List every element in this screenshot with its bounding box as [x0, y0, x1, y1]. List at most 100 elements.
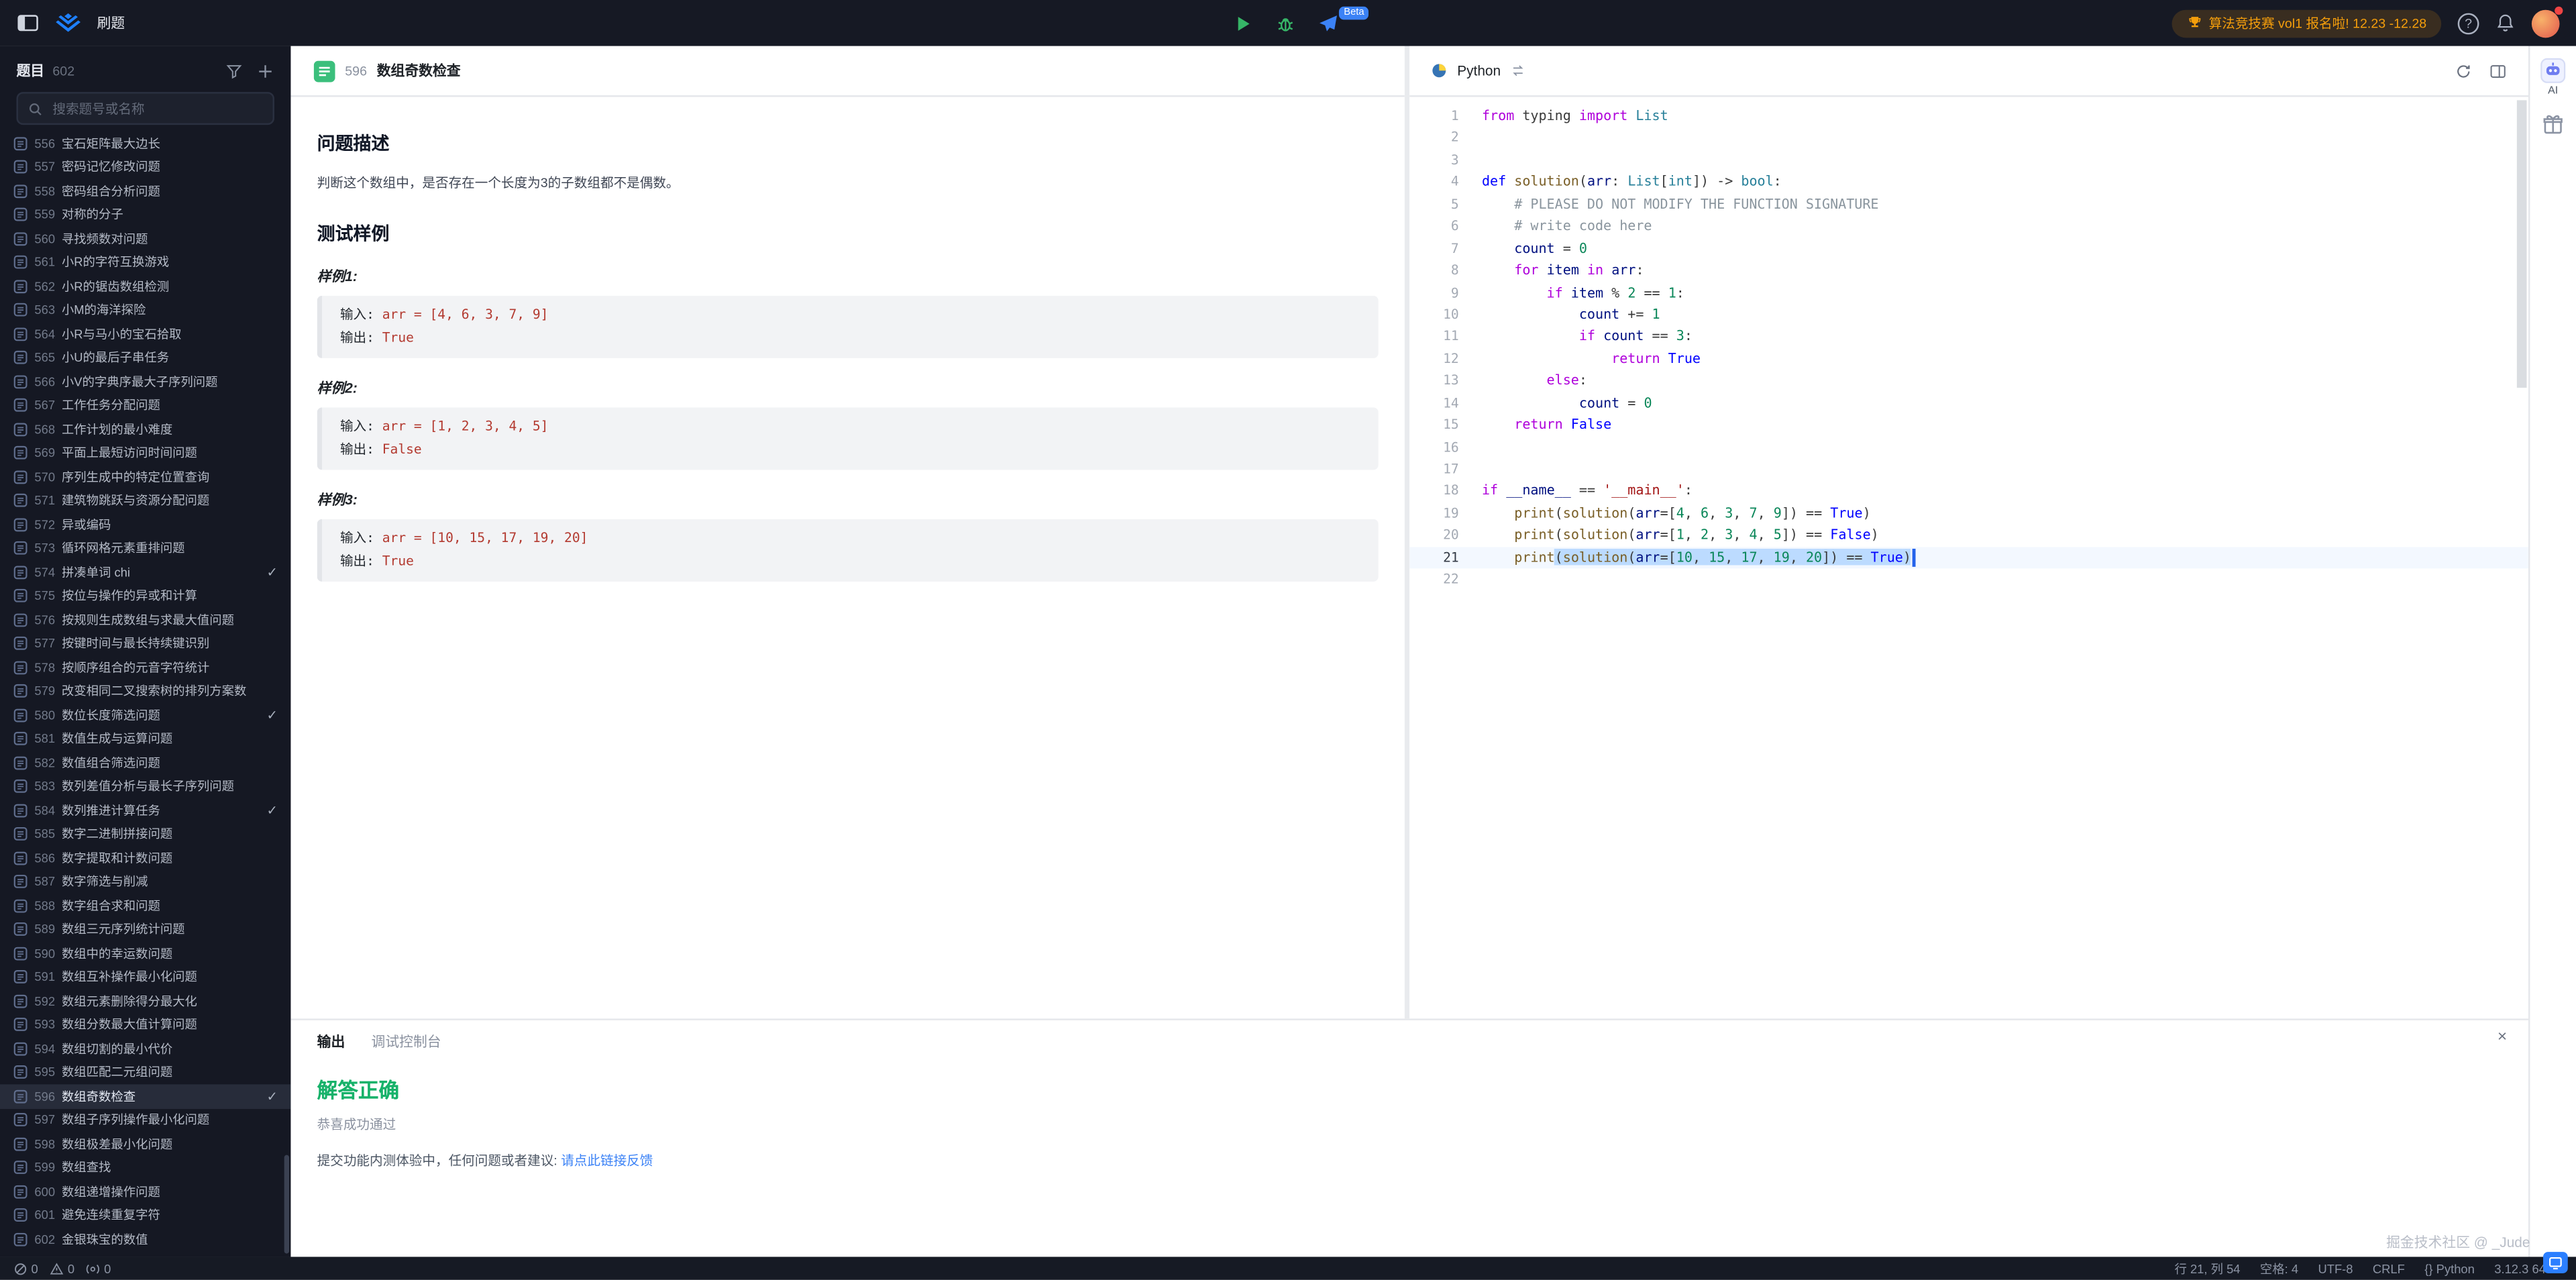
problem-list-item[interactable]: 568工作计划的最小难度 — [0, 417, 290, 441]
problem-list-item[interactable]: 575按位与操作的异或和计算 — [0, 584, 290, 608]
problem-list-item[interactable]: 587数字筛选与削减 — [0, 870, 290, 894]
problem-list-item[interactable]: 585数字二进制拼接问题 — [0, 822, 290, 847]
contest-banner[interactable]: 算法竞技赛 vol1 报名啦! 12.23 -12.28 — [2171, 9, 2441, 37]
problem-list-item[interactable]: 574拼凑单词 chi✓ — [0, 560, 290, 584]
problem-list-item[interactable]: 600数组递增操作问题 — [0, 1179, 290, 1204]
language-mode[interactable]: {} Python — [2424, 1261, 2475, 1276]
problem-list-item[interactable]: 594数组切割的最小代价 — [0, 1036, 290, 1061]
code-line[interactable]: 13 else: — [1409, 370, 2528, 392]
problem-list-item[interactable]: 598数组极差最小化问题 — [0, 1132, 290, 1156]
debug-button[interactable] — [1275, 12, 1296, 34]
problem-list-item[interactable]: 576按规则生成数组与求最大值问题 — [0, 608, 290, 632]
problem-list-item[interactable]: 557密码记忆修改问题 — [0, 155, 290, 179]
floating-widget-button[interactable] — [2543, 1252, 2568, 1273]
problem-list-item[interactable]: 560寻找频数对问题 — [0, 227, 290, 251]
split-view-icon[interactable] — [2489, 62, 2507, 80]
problem-list-item[interactable]: 588数字组合求和问题 — [0, 894, 290, 918]
problem-list-item[interactable]: 599数组查找 — [0, 1156, 290, 1180]
code-line[interactable]: 9 if item % 2 == 1: — [1409, 282, 2528, 304]
user-avatar[interactable] — [2532, 9, 2560, 37]
code-line[interactable]: 10 count += 1 — [1409, 304, 2528, 326]
problem-list-item[interactable]: 564小R与马小的宝石拾取 — [0, 322, 290, 346]
code-line[interactable]: 1from typing import List — [1409, 105, 2528, 127]
ai-assistant-button[interactable]: AI — [2540, 58, 2566, 97]
problem-list-item[interactable]: 570序列生成中的特定位置查询 — [0, 465, 290, 489]
code-line[interactable]: 21 print(solution(arr=[10, 15, 17, 19, 2… — [1409, 547, 2528, 569]
code-line[interactable]: 3 — [1409, 150, 2528, 172]
problem-list-item[interactable]: 565小U的最后子串任务 — [0, 346, 290, 370]
code-line[interactable]: 16 — [1409, 436, 2528, 458]
editor-language-tab[interactable]: Python — [1457, 62, 1501, 78]
add-icon[interactable] — [256, 62, 274, 80]
problem-list-item[interactable]: 602金银珠宝的数值 — [0, 1227, 290, 1251]
code-line[interactable]: 12 return True — [1409, 348, 2528, 370]
feedback-link[interactable]: 请点此链接反馈 — [561, 1153, 653, 1168]
eol-setting[interactable]: CRLF — [2373, 1261, 2405, 1276]
cursor-position[interactable]: 行 21, 列 54 — [2174, 1259, 2240, 1277]
sidebar-toggle-icon[interactable] — [16, 11, 39, 34]
problem-list-item[interactable]: 583数列差值分析与最长子序列问题 — [0, 775, 290, 799]
problem-list-item[interactable]: 589数组三元序列统计问题 — [0, 918, 290, 942]
problem-list-item[interactable]: 592数组元素删除得分最大化 — [0, 989, 290, 1013]
code-line[interactable]: 15 return False — [1409, 414, 2528, 436]
problem-list-item[interactable]: 601避免连续重复字符 — [0, 1204, 290, 1228]
switch-language-icon[interactable] — [1511, 62, 1527, 78]
code-line[interactable]: 14 count = 0 — [1409, 392, 2528, 415]
code-line[interactable]: 4def solution(arr: List[int]) -> bool: — [1409, 171, 2528, 193]
problem-list-item[interactable]: 558密码组合分析问题 — [0, 179, 290, 203]
problem-list-item[interactable]: 577按键时间与最长持续键识别 — [0, 632, 290, 656]
problem-list-item[interactable]: 569平面上最短访问时间问题 — [0, 441, 290, 466]
problem-list-item[interactable]: 590数组中的幸运数问题 — [0, 941, 290, 965]
code-line[interactable]: 17 — [1409, 458, 2528, 480]
search-input[interactable] — [49, 99, 262, 117]
problem-list-item[interactable]: 584数列推进计算任务✓ — [0, 798, 290, 822]
code-line[interactable]: 11 if count == 3: — [1409, 326, 2528, 348]
bell-icon[interactable] — [2496, 13, 2515, 33]
code-line[interactable]: 19 print(solution(arr=[4, 6, 3, 7, 9]) =… — [1409, 502, 2528, 525]
problem-list-item[interactable]: 593数组分数最大值计算问题 — [0, 1013, 290, 1037]
code-editor[interactable]: 1from typing import List234def solution(… — [1409, 97, 2528, 1018]
gift-icon[interactable] — [2542, 113, 2565, 145]
problem-list-item[interactable]: 571建筑物跳跃与资源分配问题 — [0, 489, 290, 513]
app-logo-icon[interactable] — [56, 12, 80, 34]
sidebar-scrollbar[interactable] — [284, 1155, 289, 1254]
indent-setting[interactable]: 空格: 4 — [2260, 1259, 2298, 1277]
problem-list-item[interactable]: 572异或编码 — [0, 513, 290, 537]
code-line[interactable]: 8 for item in arr: — [1409, 260, 2528, 282]
code-line[interactable]: 7 count = 0 — [1409, 237, 2528, 260]
editor-scrollbar[interactable] — [2517, 100, 2527, 388]
problem-list-item[interactable]: 586数字提取和计数问题 — [0, 846, 290, 870]
problem-list-item[interactable]: 563小M的海洋探险 — [0, 298, 290, 322]
problem-list-item[interactable]: 596数组奇数检查✓ — [0, 1084, 290, 1108]
reset-code-icon[interactable] — [2455, 62, 2473, 80]
help-icon[interactable]: ? — [2458, 12, 2479, 34]
problem-list-item[interactable]: 566小V的字典序最大子序列问题 — [0, 370, 290, 394]
problem-list-item[interactable]: 556宝石矩阵最大边长 — [0, 131, 290, 156]
problem-list-item[interactable]: 561小R的字符互换游戏 — [0, 250, 290, 274]
problem-list-item[interactable]: 582数值组合筛选问题 — [0, 751, 290, 775]
code-line[interactable]: 18if __name__ == '__main__': — [1409, 480, 2528, 502]
problem-list-item[interactable]: 581数值生成与运算问题 — [0, 727, 290, 751]
tab-debug-console[interactable]: 调试控制台 — [372, 1031, 441, 1051]
problem-list-item[interactable]: 559对称的分子 — [0, 203, 290, 227]
tab-output[interactable]: 输出 — [317, 1031, 345, 1051]
code-line[interactable]: 5 # PLEASE DO NOT MODIFY THE FUNCTION SI… — [1409, 193, 2528, 215]
code-line[interactable]: 2 — [1409, 127, 2528, 150]
filter-icon[interactable] — [225, 62, 244, 80]
encoding[interactable]: UTF-8 — [2318, 1261, 2353, 1276]
run-button[interactable] — [1232, 12, 1254, 34]
errors-status[interactable]: 0 — [13, 1261, 38, 1276]
problem-list-item[interactable]: 580数位长度筛选问题✓ — [0, 703, 290, 727]
code-line[interactable]: 22 — [1409, 569, 2528, 591]
warnings-status[interactable]: 0 — [50, 1261, 74, 1276]
share-button[interactable]: Beta — [1318, 12, 1339, 34]
problem-list-item[interactable]: 595数组匹配二元组问题 — [0, 1061, 290, 1085]
code-line[interactable]: 20 print(solution(arr=[1, 2, 3, 4, 5]) =… — [1409, 525, 2528, 547]
problem-list-item[interactable]: 562小R的锯齿数组检测 — [0, 274, 290, 299]
problem-list-item[interactable]: 578按顺序组合的元音字符统计 — [0, 655, 290, 680]
code-line[interactable]: 6 # write code here — [1409, 215, 2528, 237]
problem-list-item[interactable]: 591数组互补操作最小化问题 — [0, 965, 290, 990]
problem-list-item[interactable]: 573循环网格元素重排问题 — [0, 537, 290, 561]
problem-list-item[interactable]: 597数组子序列操作最小化问题 — [0, 1108, 290, 1132]
problem-list-item[interactable]: 567工作任务分配问题 — [0, 394, 290, 418]
